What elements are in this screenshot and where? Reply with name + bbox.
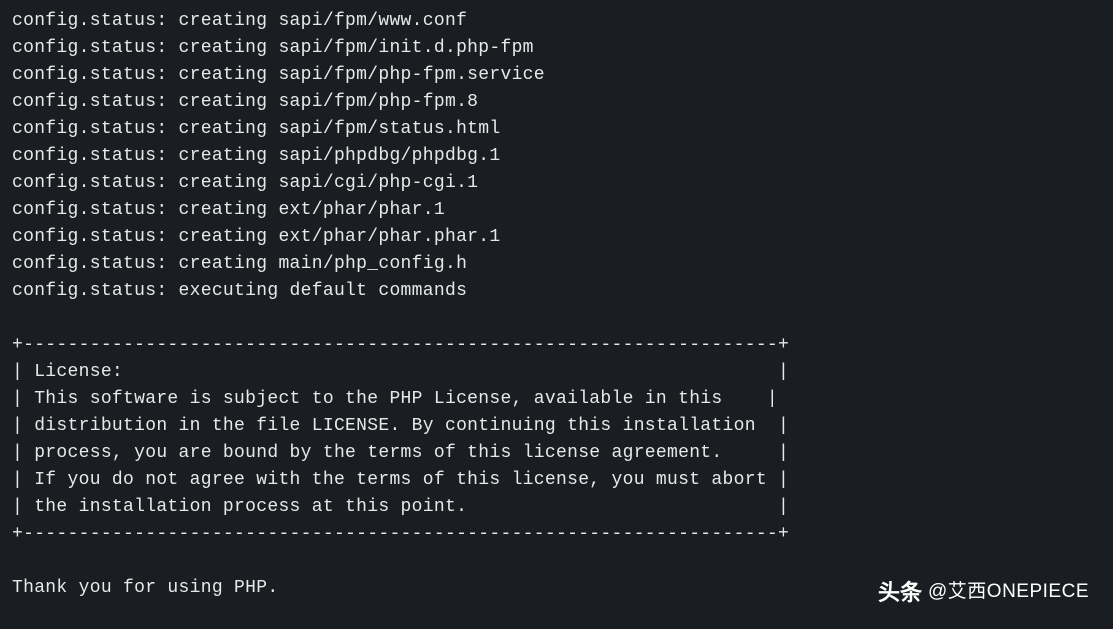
- watermark: 头条 @艾西ONEPIECE: [878, 576, 1089, 609]
- watermark-brand: 头条: [878, 576, 922, 609]
- terminal-line: config.status: creating sapi/cgi/php-cgi…: [12, 170, 1101, 197]
- terminal-line: | This software is subject to the PHP Li…: [12, 386, 1101, 413]
- terminal-line: | If you do not agree with the terms of …: [12, 467, 1101, 494]
- terminal-line: config.status: creating sapi/phpdbg/phpd…: [12, 143, 1101, 170]
- terminal-line: | process, you are bound by the terms of…: [12, 440, 1101, 467]
- terminal-line: config.status: creating sapi/fpm/init.d.…: [12, 35, 1101, 62]
- terminal-line: config.status: creating main/php_config.…: [12, 251, 1101, 278]
- terminal-line: config.status: creating ext/phar/phar.1: [12, 197, 1101, 224]
- terminal-line: config.status: executing default command…: [12, 278, 1101, 305]
- terminal-line: +---------------------------------------…: [12, 332, 1101, 359]
- terminal-output: config.status: creating sapi/fpm/www.con…: [12, 8, 1101, 602]
- terminal-line: | License: |: [12, 359, 1101, 386]
- terminal-line: +---------------------------------------…: [12, 521, 1101, 548]
- terminal-line: [12, 548, 1101, 575]
- terminal-line: [12, 305, 1101, 332]
- terminal-line: config.status: creating sapi/fpm/php-fpm…: [12, 89, 1101, 116]
- terminal-line: config.status: creating sapi/fpm/php-fpm…: [12, 62, 1101, 89]
- terminal-line: config.status: creating sapi/fpm/www.con…: [12, 8, 1101, 35]
- terminal-line: config.status: creating sapi/fpm/status.…: [12, 116, 1101, 143]
- terminal-line: config.status: creating ext/phar/phar.ph…: [12, 224, 1101, 251]
- terminal-line: | distribution in the file LICENSE. By c…: [12, 413, 1101, 440]
- terminal-line: | the installation process at this point…: [12, 494, 1101, 521]
- watermark-user: @艾西ONEPIECE: [928, 578, 1089, 607]
